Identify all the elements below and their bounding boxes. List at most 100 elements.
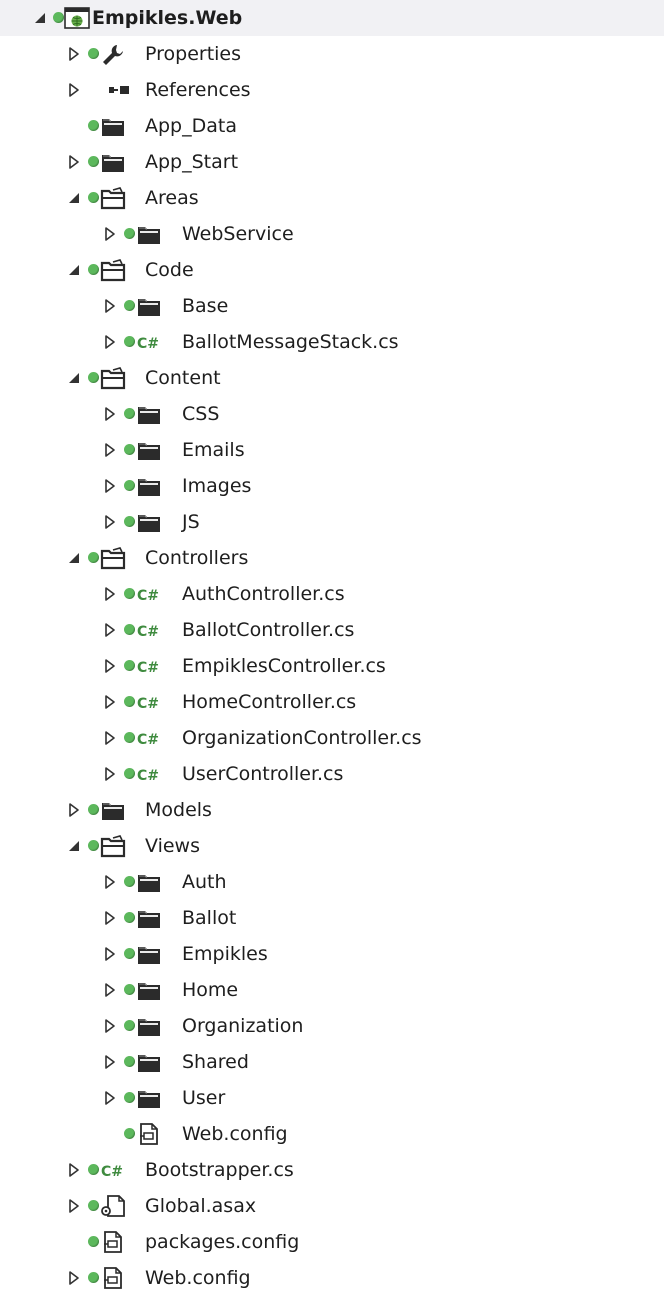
source-control-status-icon <box>124 588 135 599</box>
collapsed-arrow-icon[interactable] <box>102 1090 118 1106</box>
collapsed-arrow-icon[interactable] <box>102 334 118 350</box>
collapsed-arrow-icon[interactable] <box>66 46 82 62</box>
tree-node[interactable]: Base <box>0 288 664 324</box>
tree-node-label: Web.config <box>182 1123 288 1145</box>
collapsed-arrow-icon[interactable] <box>102 910 118 926</box>
tree-node[interactable]: Global.asax <box>0 1188 664 1224</box>
collapsed-arrow-icon[interactable] <box>102 514 118 530</box>
tree-node[interactable]: User <box>0 1080 664 1116</box>
tree-node-label: JS <box>182 511 200 533</box>
tree-node[interactable]: Code <box>0 252 664 288</box>
tree-node[interactable]: App_Start <box>0 144 664 180</box>
tree-node-label: AuthController.cs <box>182 583 345 605</box>
tree-node[interactable]: Views <box>0 828 664 864</box>
svg-text:C#: C# <box>137 768 159 784</box>
collapsed-arrow-icon[interactable] <box>102 766 118 782</box>
tree-node-label: Global.asax <box>145 1195 257 1217</box>
tree-node[interactable]: C# BallotController.cs <box>0 612 664 648</box>
tree-node[interactable]: C# BallotMessageStack.cs <box>0 324 664 360</box>
collapsed-arrow-icon[interactable] <box>66 1270 82 1286</box>
tree-node[interactable]: Properties <box>0 36 664 72</box>
source-control-status-icon <box>124 912 135 923</box>
folder-open-icon <box>100 366 126 390</box>
tree-node-label: OrganizationController.cs <box>182 727 422 749</box>
collapsed-arrow-icon[interactable] <box>102 622 118 638</box>
folder-icon <box>136 510 162 534</box>
expanded-arrow-icon[interactable] <box>66 262 82 278</box>
tree-node-label: Empikles.Web <box>92 7 243 29</box>
csharp-file-icon: C# <box>136 690 162 714</box>
tree-node[interactable]: CSS <box>0 396 664 432</box>
collapsed-arrow-icon[interactable] <box>66 1198 82 1214</box>
tree-node[interactable]: packages.config <box>0 1224 664 1260</box>
collapsed-arrow-icon[interactable] <box>102 730 118 746</box>
source-control-status-icon <box>124 876 135 887</box>
expanded-arrow-icon[interactable] <box>66 370 82 386</box>
collapsed-arrow-icon[interactable] <box>66 82 82 98</box>
tree-node-label: References <box>145 79 251 101</box>
source-control-status-icon <box>88 1236 99 1247</box>
tree-node[interactable]: C# HomeController.cs <box>0 684 664 720</box>
svg-text:C#: C# <box>137 588 159 604</box>
source-control-status-icon <box>88 264 99 275</box>
expanded-arrow-icon[interactable] <box>66 550 82 566</box>
source-control-status-icon <box>88 1272 99 1283</box>
tree-node[interactable]: Shared <box>0 1044 664 1080</box>
collapsed-arrow-icon[interactable] <box>66 154 82 170</box>
tree-node[interactable]: JS <box>0 504 664 540</box>
config-file-icon <box>100 1230 126 1254</box>
collapsed-arrow-icon[interactable] <box>66 1162 82 1178</box>
tree-node-label: Properties <box>145 43 242 65</box>
source-control-status-icon <box>88 1200 99 1211</box>
tree-node[interactable]: Organization <box>0 1008 664 1044</box>
expanded-arrow-icon[interactable] <box>66 838 82 854</box>
collapsed-arrow-icon[interactable] <box>102 1018 118 1034</box>
tree-node[interactable]: Auth <box>0 864 664 900</box>
collapsed-arrow-icon[interactable] <box>102 586 118 602</box>
source-control-status-icon <box>124 516 135 527</box>
expanded-arrow-icon[interactable] <box>66 190 82 206</box>
tree-node[interactable]: Web.config <box>0 1116 664 1152</box>
tree-node[interactable]: Images <box>0 468 664 504</box>
tree-node[interactable]: Controllers <box>0 540 664 576</box>
tree-node[interactable]: Areas <box>0 180 664 216</box>
folder-icon <box>136 906 162 930</box>
tree-node[interactable]: C# OrganizationController.cs <box>0 720 664 756</box>
tree-node[interactable]: Content <box>0 360 664 396</box>
tree-node[interactable]: Empikles <box>0 936 664 972</box>
collapsed-arrow-icon[interactable] <box>66 802 82 818</box>
tree-node[interactable]: Web.config <box>0 1260 664 1296</box>
tree-node[interactable]: Empikles.Web <box>0 0 664 36</box>
collapsed-arrow-icon[interactable] <box>102 442 118 458</box>
collapsed-arrow-icon[interactable] <box>102 694 118 710</box>
collapsed-arrow-icon[interactable] <box>102 874 118 890</box>
source-control-status-icon <box>124 948 135 959</box>
source-control-status-icon <box>124 1128 135 1139</box>
tree-node[interactable]: WebService <box>0 216 664 252</box>
collapsed-arrow-icon[interactable] <box>102 406 118 422</box>
tree-node-label: Models <box>145 799 212 821</box>
folder-icon <box>136 294 162 318</box>
collapsed-arrow-icon[interactable] <box>102 982 118 998</box>
tree-node[interactable]: References <box>0 72 664 108</box>
tree-node[interactable]: C# UserController.cs <box>0 756 664 792</box>
tree-node[interactable]: Home <box>0 972 664 1008</box>
expanded-arrow-icon[interactable] <box>32 10 48 26</box>
collapsed-arrow-icon[interactable] <box>102 658 118 674</box>
tree-node[interactable]: C# Bootstrapper.cs <box>0 1152 664 1188</box>
collapsed-arrow-icon[interactable] <box>102 1054 118 1070</box>
svg-text:C#: C# <box>137 624 159 640</box>
tree-node[interactable]: Emails <box>0 432 664 468</box>
collapsed-arrow-icon[interactable] <box>102 226 118 242</box>
tree-node-label: CSS <box>182 403 220 425</box>
tree-node[interactable]: App_Data <box>0 108 664 144</box>
source-control-status-icon <box>124 732 135 743</box>
collapsed-arrow-icon[interactable] <box>102 298 118 314</box>
collapsed-arrow-icon[interactable] <box>102 478 118 494</box>
tree-node-label: Auth <box>182 871 227 893</box>
tree-node[interactable]: C# AuthController.cs <box>0 576 664 612</box>
tree-node[interactable]: C# EmpiklesController.cs <box>0 648 664 684</box>
tree-node[interactable]: Models <box>0 792 664 828</box>
collapsed-arrow-icon[interactable] <box>102 946 118 962</box>
tree-node[interactable]: Ballot <box>0 900 664 936</box>
